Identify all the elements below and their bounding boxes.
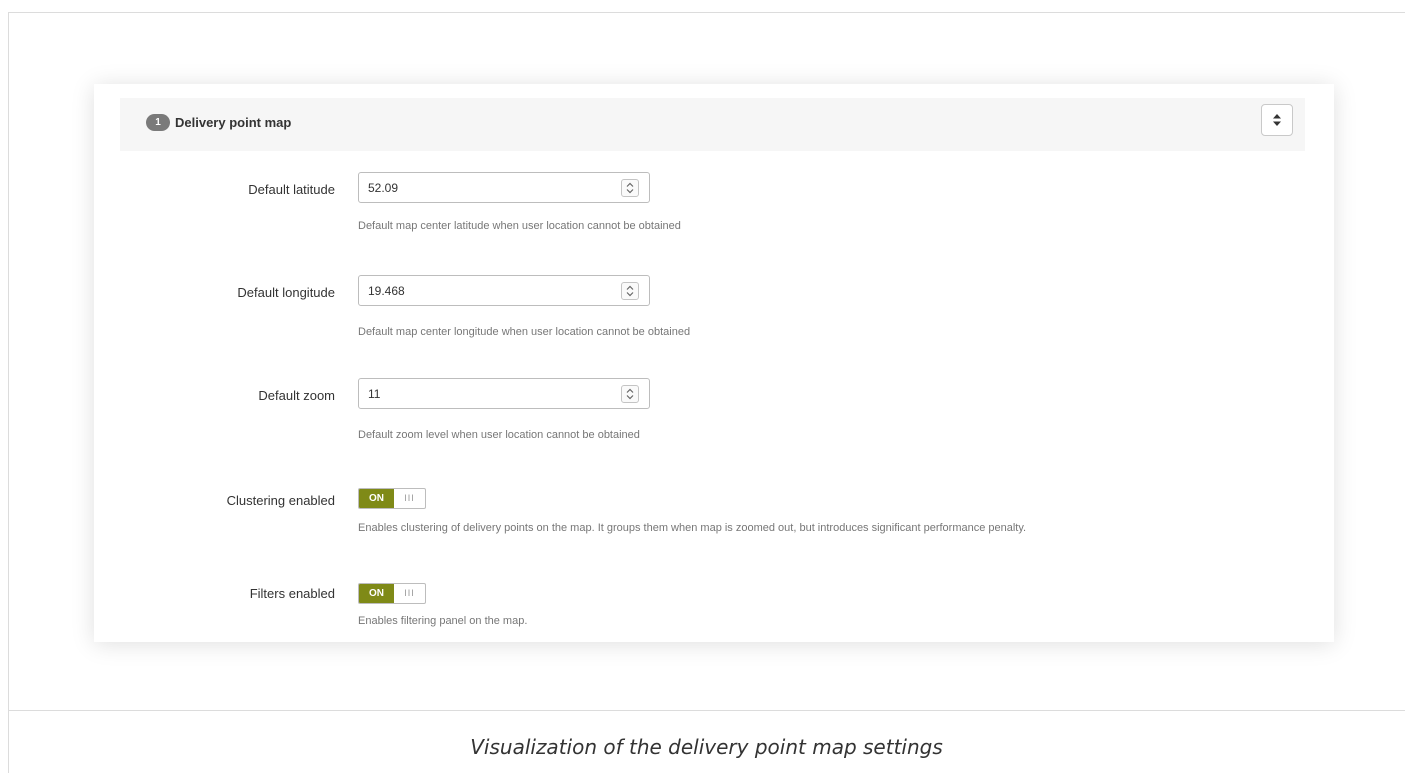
longitude-input[interactable] [368,282,608,299]
spinner-arrows-icon [626,285,634,297]
zoom-label: Default zoom [258,388,335,403]
filters-toggle-on: ON [359,584,394,603]
longitude-spinner[interactable] [621,282,639,300]
sort-icon [1273,114,1281,126]
longitude-label: Default longitude [237,285,335,300]
panel-title: Delivery point map [175,115,292,130]
spinner-arrows-icon [626,388,634,400]
longitude-field[interactable] [358,275,650,306]
clustering-toggle[interactable]: ON III [358,488,426,509]
zoom-input[interactable] [368,385,608,402]
step-badge: 1 [146,114,170,131]
clustering-toggle-on: ON [359,489,394,508]
latitude-input[interactable] [368,179,608,196]
longitude-help: Default map center longitude when user l… [358,326,691,338]
latitude-field[interactable] [358,172,650,203]
clustering-help: Enables clustering of delivery points on… [358,522,1027,534]
sort-button[interactable] [1261,104,1293,136]
latitude-help: Default map center latitude when user lo… [358,220,681,232]
settings-panel: 1 Delivery point map Default latitude De… [94,84,1334,642]
figure-caption: Visualization of the delivery point map … [470,735,943,759]
toggle-grip-icon: III [404,493,415,503]
toggle-grip-icon: III [404,588,415,598]
zoom-spinner[interactable] [621,385,639,403]
zoom-help: Default zoom level when user location ca… [358,429,640,441]
latitude-label: Default latitude [248,182,335,197]
filters-label: Filters enabled [249,586,335,601]
zoom-field[interactable] [358,378,650,409]
clustering-label: Clustering enabled [226,493,335,508]
latitude-spinner[interactable] [621,179,639,197]
spinner-arrows-icon [626,182,634,194]
panel-header: 1 Delivery point map [120,98,1305,151]
filters-toggle[interactable]: ON III [358,583,426,604]
caption-divider [8,710,1405,711]
filters-help: Enables filtering panel on the map. [358,615,528,627]
